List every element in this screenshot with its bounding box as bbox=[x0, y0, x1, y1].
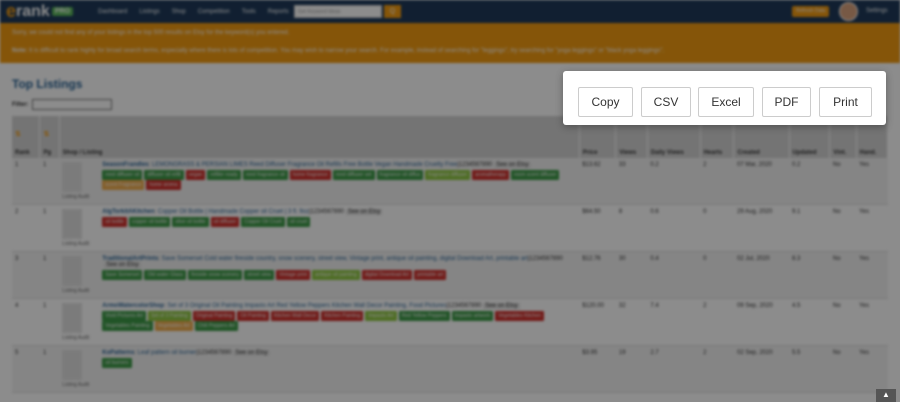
scroll-to-top-icon[interactable]: ▲ bbox=[876, 389, 896, 402]
copy-button[interactable]: Copy bbox=[578, 87, 633, 117]
pdf-button[interactable]: PDF bbox=[762, 87, 811, 117]
csv-button[interactable]: CSV bbox=[641, 87, 691, 117]
modal-backdrop[interactable] bbox=[0, 0, 900, 402]
export-buttons-popup: Copy CSV Excel PDF Print bbox=[563, 71, 886, 125]
print-button[interactable]: Print bbox=[819, 87, 872, 117]
excel-button[interactable]: Excel bbox=[698, 87, 754, 117]
